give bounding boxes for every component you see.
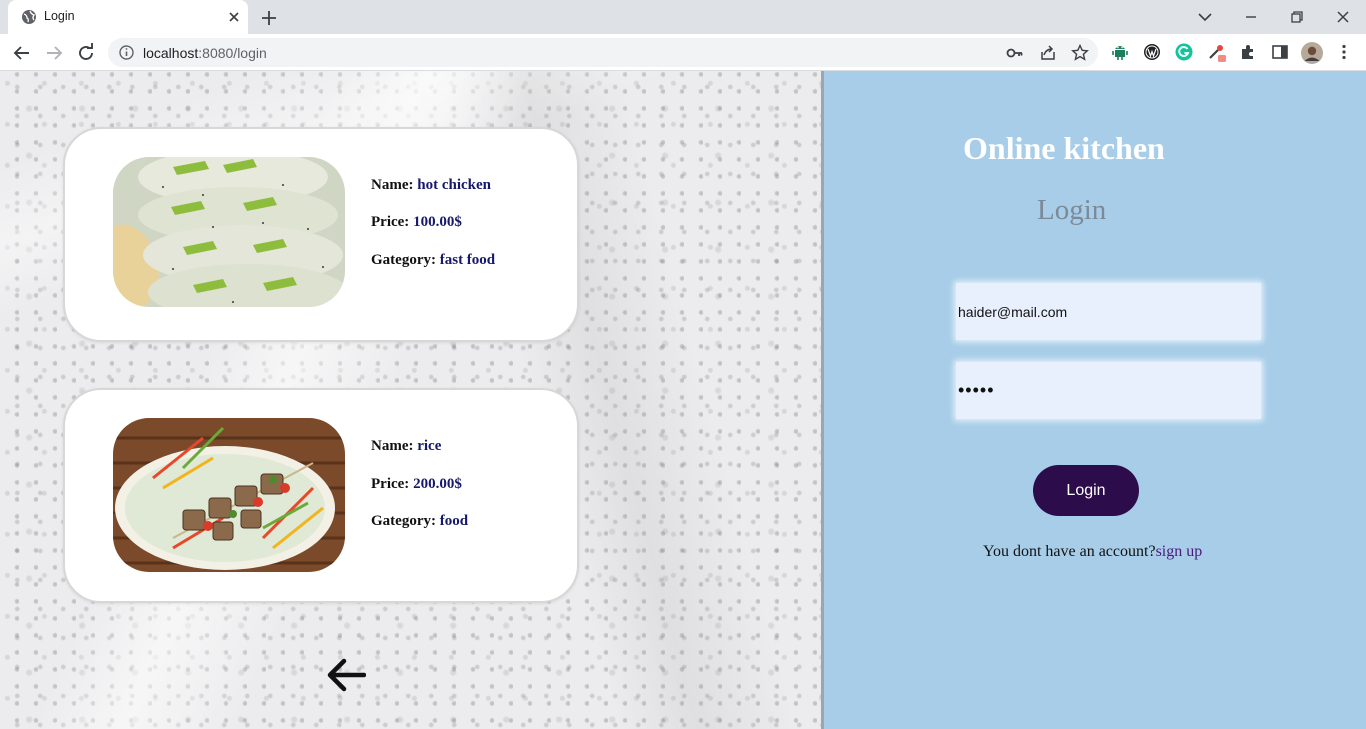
browser-tab-login[interactable]: Login bbox=[8, 0, 248, 34]
food-name-row: Name: hot chicken bbox=[371, 177, 491, 193]
site-brand-title: Online kitchen bbox=[963, 130, 1165, 166]
chrome-menu-kebab-icon[interactable] bbox=[1334, 42, 1354, 62]
food-price-row: Price: 200.00$ bbox=[371, 476, 462, 492]
side-panel-icon[interactable] bbox=[1270, 42, 1290, 62]
kebab-plate-photo bbox=[113, 418, 345, 572]
food-price: 200.00$ bbox=[413, 476, 462, 492]
food-card[interactable]: Name: rice Price: 200.00$ Gategory: food bbox=[63, 388, 579, 603]
food-category: fast food bbox=[439, 252, 496, 268]
food-name: rice bbox=[417, 438, 442, 454]
food-category: food bbox=[439, 513, 469, 529]
browser-tabstrip: Login bbox=[0, 0, 1366, 34]
email-field[interactable] bbox=[956, 283, 1261, 340]
food-category-row: Gategory: food bbox=[371, 513, 469, 529]
back-icon[interactable] bbox=[10, 41, 34, 65]
address-bar[interactable]: localhost:8080/login bbox=[108, 38, 1098, 67]
android-extension-icon[interactable] bbox=[1110, 42, 1130, 62]
close-window-icon[interactable] bbox=[1331, 5, 1355, 29]
new-tab-plus-icon[interactable] bbox=[258, 7, 280, 29]
color-picker-extension-icon[interactable] bbox=[1206, 42, 1226, 62]
signup-prompt: You dont have an account?sign up bbox=[983, 543, 1203, 560]
tab-search-chevron-icon[interactable] bbox=[1193, 5, 1217, 29]
globe-icon bbox=[22, 10, 36, 24]
password-field[interactable] bbox=[956, 362, 1261, 419]
signup-link[interactable]: sign up bbox=[1156, 543, 1203, 560]
food-name: hot chicken bbox=[417, 177, 491, 193]
bookmark-star-icon[interactable] bbox=[1070, 43, 1090, 63]
food-category-row: Gategory: fast food bbox=[371, 252, 496, 268]
food-card[interactable]: Name: hot chicken Price: 100.00$ Gategor… bbox=[63, 127, 579, 342]
wordpress-extension-icon[interactable] bbox=[1142, 42, 1162, 62]
tab-title: Login bbox=[44, 9, 75, 23]
extensions-puzzle-icon[interactable] bbox=[1238, 42, 1258, 62]
food-price: 100.00$ bbox=[413, 214, 462, 230]
tab-close-icon[interactable] bbox=[226, 9, 242, 25]
site-info-icon[interactable] bbox=[118, 44, 135, 61]
profile-avatar[interactable] bbox=[1300, 41, 1324, 65]
login-button[interactable]: Login bbox=[1033, 465, 1139, 516]
grammarly-extension-icon[interactable] bbox=[1174, 42, 1194, 62]
food-price-row: Price: 100.00$ bbox=[371, 214, 462, 230]
login-heading: Login bbox=[1037, 194, 1107, 226]
key-icon[interactable] bbox=[1005, 43, 1025, 63]
back-arrow-icon[interactable] bbox=[326, 657, 366, 693]
food-name-row: Name: rice bbox=[371, 438, 442, 454]
restore-icon[interactable] bbox=[1285, 5, 1309, 29]
reload-icon[interactable] bbox=[74, 41, 98, 65]
sushi-rolls-photo bbox=[113, 157, 345, 307]
share-icon[interactable] bbox=[1038, 43, 1058, 63]
minimize-icon[interactable] bbox=[1239, 5, 1263, 29]
url-text[interactable]: localhost:8080/login bbox=[143, 45, 267, 61]
forward-icon[interactable] bbox=[42, 41, 66, 65]
browser-toolbar: localhost:8080/login bbox=[0, 34, 1366, 71]
